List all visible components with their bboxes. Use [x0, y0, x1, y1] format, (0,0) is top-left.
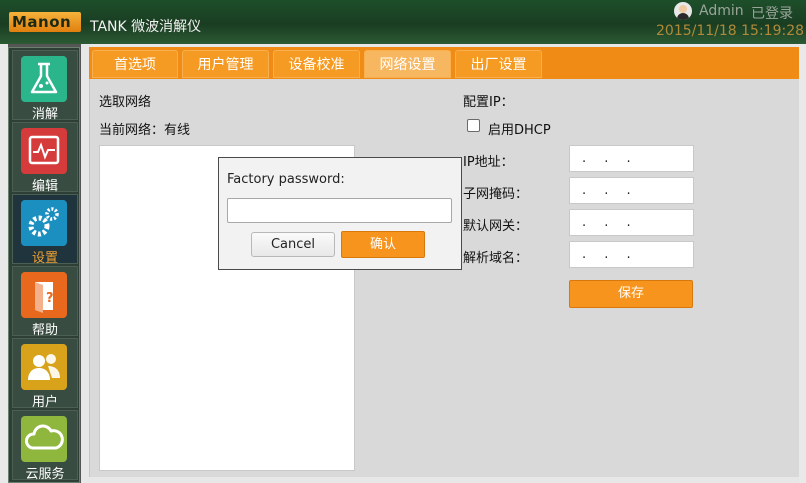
- sidebar-item-digest[interactable]: 消解: [12, 50, 78, 122]
- cloud-icon: [21, 416, 67, 462]
- right-edge: [799, 44, 806, 483]
- tab-factory-settings[interactable]: 出厂设置: [455, 50, 542, 78]
- password-input[interactable]: [227, 198, 452, 223]
- tab-network-settings[interactable]: 网络设置: [364, 50, 451, 78]
- login-status: 已登录: [751, 6, 793, 22]
- dns-label: 解析域名：: [463, 251, 529, 266]
- dialog-title: Factory password:: [227, 172, 345, 187]
- select-network-label: 选取网络: [99, 95, 152, 110]
- current-network-label: 当前网络：有线: [99, 123, 191, 138]
- dns-field[interactable]: . . .: [569, 241, 694, 268]
- sidebar-item-edit[interactable]: 编辑: [12, 122, 78, 194]
- left-edge: [0, 44, 8, 483]
- ip-address-field[interactable]: . . .: [569, 145, 694, 172]
- sidebar-item-help[interactable]: ? 帮助: [12, 266, 78, 338]
- sidebar-item-label: 帮助: [31, 323, 58, 338]
- user-name[interactable]: Admin: [699, 3, 744, 19]
- ip-address-label: IP地址：: [463, 155, 514, 170]
- sidebar: 消解 编辑 设置 ? 帮助 用户 云服务: [8, 47, 80, 483]
- gateway-label: 默认网关：: [463, 219, 529, 234]
- confirm-button[interactable]: 确认: [341, 231, 425, 258]
- app-title: TANK 微波消解仪: [90, 19, 202, 35]
- factory-password-dialog: Factory password: Cancel 确认: [218, 157, 462, 270]
- dhcp-label: 启用DHCP: [488, 123, 551, 138]
- sidebar-item-label: 消解: [31, 107, 58, 122]
- help-book-icon: ?: [21, 272, 67, 318]
- tab-preferences[interactable]: 首选项: [92, 50, 178, 78]
- sidebar-item-cloud[interactable]: 云服务: [12, 410, 78, 482]
- chart-edit-icon: [21, 128, 67, 174]
- sidebar-item-label: 云服务: [25, 467, 65, 482]
- save-button[interactable]: 保存: [569, 280, 693, 308]
- dhcp-checkbox[interactable]: [467, 119, 480, 132]
- sidebar-item-users[interactable]: 用户: [12, 338, 78, 410]
- flask-icon: [21, 56, 67, 102]
- sidebar-item-label: 用户: [31, 395, 58, 410]
- subnet-mask-field[interactable]: . . .: [569, 177, 694, 204]
- sidebar-item-label: 编辑: [31, 179, 58, 194]
- logo-text: Manon: [12, 13, 72, 31]
- sidebar-item-label: 设置: [31, 251, 58, 266]
- tab-device-calibration[interactable]: 设备校准: [273, 50, 360, 78]
- subnet-mask-label: 子网掩码：: [463, 187, 529, 202]
- sidebar-item-settings[interactable]: 设置: [12, 194, 78, 266]
- tab-user-management[interactable]: 用户管理: [182, 50, 269, 78]
- user-avatar-icon[interactable]: [674, 2, 692, 20]
- datetime: 2015/11/18 15:19:28: [656, 23, 805, 39]
- cancel-button[interactable]: Cancel: [251, 232, 335, 257]
- users-icon: [21, 344, 67, 390]
- gateway-field[interactable]: . . .: [569, 209, 694, 236]
- gear-icon: [21, 200, 67, 246]
- app-header: Manon TANK 微波消解仪 Admin 已登录 2015/11/18 15…: [0, 0, 806, 44]
- config-ip-title: 配置IP：: [463, 95, 514, 110]
- svg-text:?: ?: [46, 291, 54, 306]
- brand-logo: Manon: [9, 12, 81, 32]
